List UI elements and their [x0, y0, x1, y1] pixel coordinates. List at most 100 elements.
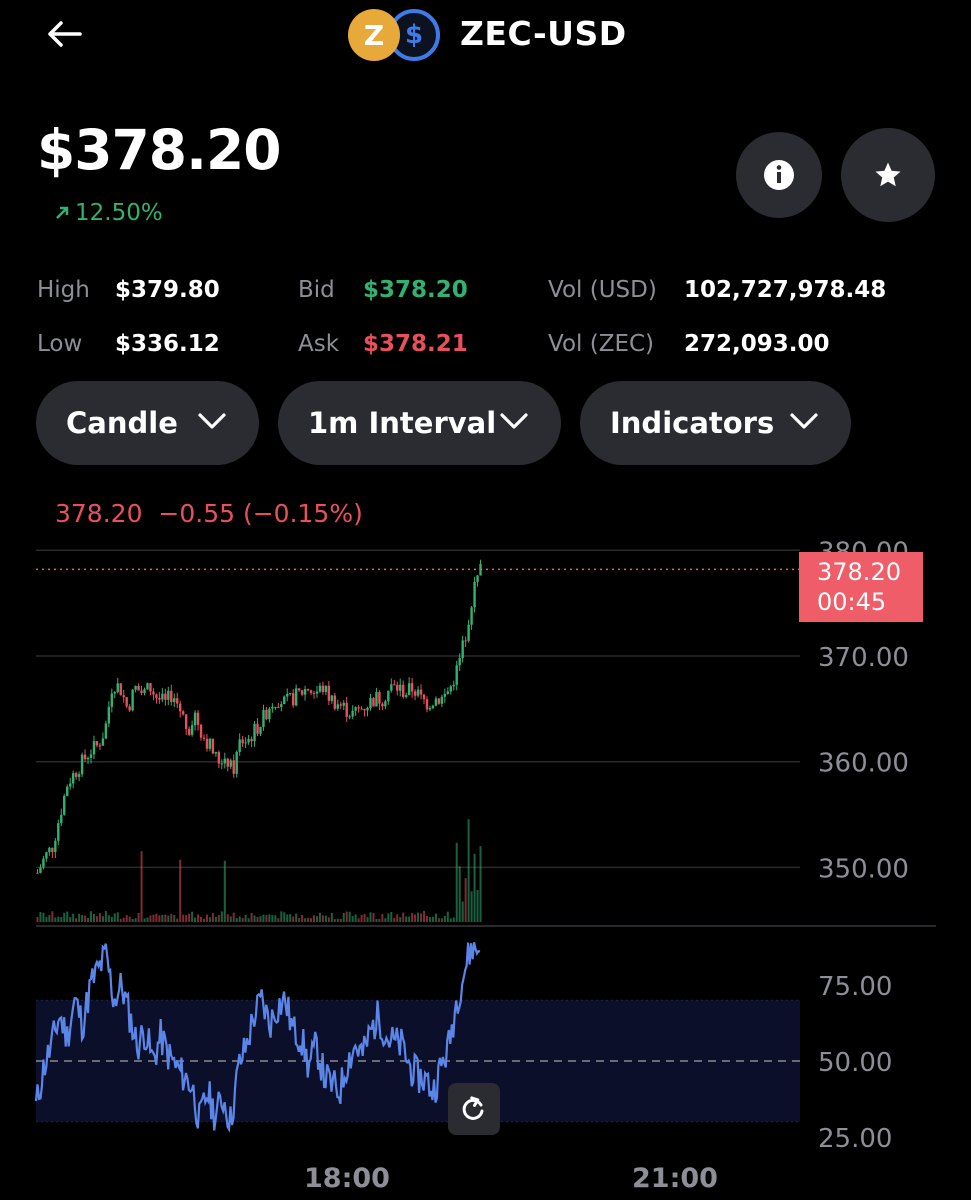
candle-body	[360, 708, 363, 710]
candle-body	[146, 683, 149, 690]
volume-bar	[229, 916, 232, 922]
volume-bar	[107, 915, 110, 922]
candle-body	[57, 823, 60, 841]
volume-bar	[443, 915, 446, 922]
candle-body	[342, 702, 345, 706]
candle-body	[155, 694, 158, 698]
candle-body	[54, 840, 57, 852]
candle-body	[384, 701, 387, 707]
volume-bar	[467, 819, 470, 922]
volume-bar	[42, 912, 45, 922]
candle-body	[66, 786, 69, 796]
candle-body	[229, 760, 232, 767]
candle-body	[184, 714, 188, 729]
volume-bar	[354, 914, 357, 922]
back-button[interactable]	[38, 12, 90, 56]
candle-body	[95, 741, 99, 746]
volume-bar	[390, 911, 393, 922]
candle-body	[128, 706, 131, 711]
high-label: High	[37, 277, 90, 303]
volume-bar	[110, 916, 113, 922]
candle-body	[176, 698, 179, 704]
volume-bar	[381, 914, 384, 922]
volume-bar	[298, 918, 301, 922]
volume-bar	[399, 917, 402, 922]
price-change-pct: 12.50%	[75, 200, 163, 226]
candle-body	[68, 783, 72, 787]
candle-body	[149, 683, 152, 692]
candle-body	[312, 692, 316, 694]
volume-bar	[464, 878, 467, 922]
legend-change: −0.55	[158, 499, 236, 528]
volume-bar	[122, 917, 125, 922]
volume-bar	[226, 914, 229, 922]
price-axis-label: 370.00	[818, 643, 909, 673]
candle-body	[187, 728, 191, 735]
volume-bar	[265, 915, 268, 922]
candle-body	[291, 693, 295, 706]
volume-bar	[366, 917, 369, 922]
candle-body	[86, 757, 90, 760]
candle-body	[294, 688, 298, 706]
candle-body	[345, 702, 348, 717]
volume-bar	[244, 914, 247, 922]
candle-body	[378, 692, 381, 704]
candle-body	[181, 711, 185, 715]
last-price-tag: 378.20 00:45	[799, 552, 923, 622]
interval-select[interactable]: 1m Interval	[278, 381, 561, 465]
volume-bar	[434, 913, 437, 922]
volume-bar	[277, 918, 280, 922]
volume-bar	[292, 916, 295, 922]
volume-bar	[182, 914, 185, 922]
candle-body	[280, 704, 283, 708]
candle-body	[137, 685, 140, 691]
chevron-down-icon	[198, 413, 226, 429]
vol-zec-value: 272,093.00	[684, 331, 830, 357]
volume-bar	[310, 918, 313, 922]
volume-bar	[39, 911, 42, 922]
candle-body	[318, 685, 322, 692]
volume-bar	[402, 912, 405, 922]
candle-body	[289, 693, 292, 695]
chart-type-select[interactable]: Candle	[36, 381, 259, 465]
candle-body	[265, 709, 268, 720]
candle-body	[306, 689, 310, 691]
candle-body	[407, 683, 411, 696]
volume-bar	[202, 918, 205, 922]
candle-body	[473, 581, 476, 608]
bid-value: $378.20	[363, 277, 468, 303]
favorite-button[interactable]	[841, 128, 935, 222]
reset-chart-button[interactable]	[448, 1083, 500, 1135]
volume-bar	[45, 917, 48, 922]
candle-body	[297, 688, 301, 691]
candle-body	[39, 867, 42, 873]
candle-body	[226, 758, 229, 767]
volume-bar	[197, 914, 200, 922]
candle-countdown: 00:45	[817, 588, 887, 616]
volume-bar	[375, 918, 378, 922]
candle-body	[256, 723, 259, 734]
volume-bar	[48, 915, 51, 922]
candle-body	[214, 751, 218, 754]
reset-icon	[462, 1096, 484, 1120]
info-button[interactable]	[736, 132, 822, 218]
volume-bar	[384, 918, 387, 922]
volume-bar	[295, 913, 298, 922]
candle-body	[351, 710, 354, 717]
last-price-tag-value: 378.20	[817, 558, 901, 586]
chevron-down-icon	[500, 413, 528, 429]
volume-bar	[387, 913, 390, 922]
candle-body	[413, 691, 417, 696]
indicators-select[interactable]: Indicators	[580, 381, 851, 465]
rsi-axis-label: 25.00	[818, 1124, 892, 1154]
pair-icons: $ Z	[348, 7, 444, 63]
candle-body	[443, 693, 447, 697]
candle-body	[238, 739, 241, 752]
candle-body	[333, 695, 337, 709]
volume-bar	[155, 913, 158, 922]
candle-body	[393, 684, 396, 686]
rsi-axis-label: 50.00	[818, 1048, 892, 1078]
volume-bar	[470, 891, 473, 922]
volume-bar	[417, 912, 420, 922]
volume-bar	[158, 915, 161, 922]
